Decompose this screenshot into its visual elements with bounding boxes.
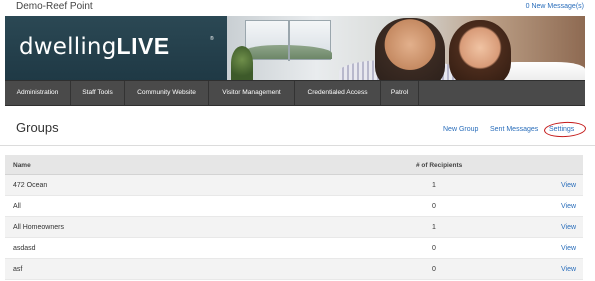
groups-table: Name # of Recipients 472 Ocean 1 View Al… [5, 155, 583, 280]
group-name: 472 Ocean [13, 182, 48, 189]
header-banner: dwellingLIVE ® [5, 16, 585, 80]
groups-header: Groups New Group Sent Messages Settings [0, 112, 595, 146]
logo-text-live: LIVE [116, 33, 170, 59]
recipient-count: 1 [432, 224, 436, 231]
banner-plant [231, 46, 253, 80]
view-link[interactable]: View [561, 203, 576, 210]
nav-item-community-website[interactable]: Community Website [125, 81, 209, 105]
logo-panel: dwellingLIVE ® [5, 16, 227, 80]
recipient-count: 0 [432, 266, 436, 273]
recipient-count: 0 [432, 245, 436, 252]
dwellinglive-logo[interactable]: dwellingLIVE [19, 35, 170, 59]
new-messages-link[interactable]: 0 New Message(s) [526, 3, 584, 10]
column-header-recipients: # of Recipients [416, 162, 463, 169]
top-bar: Demo-Reef Point 0 New Message(s) [0, 0, 595, 16]
page-title: Groups [16, 120, 59, 135]
table-row: asdasd 0 View [5, 238, 583, 259]
logo-text-dwelling: dwelling [19, 34, 117, 60]
table-row: All 0 View [5, 196, 583, 217]
table-row: asf 0 View [5, 259, 583, 280]
recipient-count: 0 [432, 203, 436, 210]
group-name: All Homeowners [13, 224, 64, 231]
banner-photo [227, 16, 585, 80]
view-link[interactable]: View [561, 266, 576, 273]
group-name: All [13, 203, 21, 210]
group-name: asdasd [13, 245, 36, 252]
group-name: asf [13, 266, 23, 273]
nav-item-administration[interactable]: Administration [5, 81, 71, 105]
column-header-name: Name [13, 162, 31, 169]
main-nav: Administration Staff Tools Community Web… [5, 80, 585, 106]
sent-messages-link[interactable]: Sent Messages [490, 126, 538, 133]
banner-woman [449, 20, 511, 80]
settings-annotation-circle [543, 120, 587, 139]
view-link[interactable]: View [561, 182, 576, 189]
banner-man [375, 18, 445, 80]
nav-item-visitor-management[interactable]: Visitor Management [209, 81, 295, 105]
banner-window-frame [288, 21, 290, 61]
table-row: All Homeowners 1 View [5, 217, 583, 238]
view-link[interactable]: View [561, 245, 576, 252]
view-link[interactable]: View [561, 224, 576, 231]
nav-item-staff-tools[interactable]: Staff Tools [71, 81, 125, 105]
table-row: 472 Ocean 1 View [5, 175, 583, 196]
banner-window [245, 20, 332, 61]
nav-item-credentialed-access[interactable]: Credentialed Access [295, 81, 381, 105]
new-group-link[interactable]: New Group [443, 126, 478, 133]
table-header: Name # of Recipients [5, 155, 583, 175]
nav-item-patrol[interactable]: Patrol [381, 81, 419, 105]
recipient-count: 1 [432, 182, 436, 189]
site-title: Demo-Reef Point [16, 1, 93, 12]
registered-mark: ® [210, 36, 214, 42]
